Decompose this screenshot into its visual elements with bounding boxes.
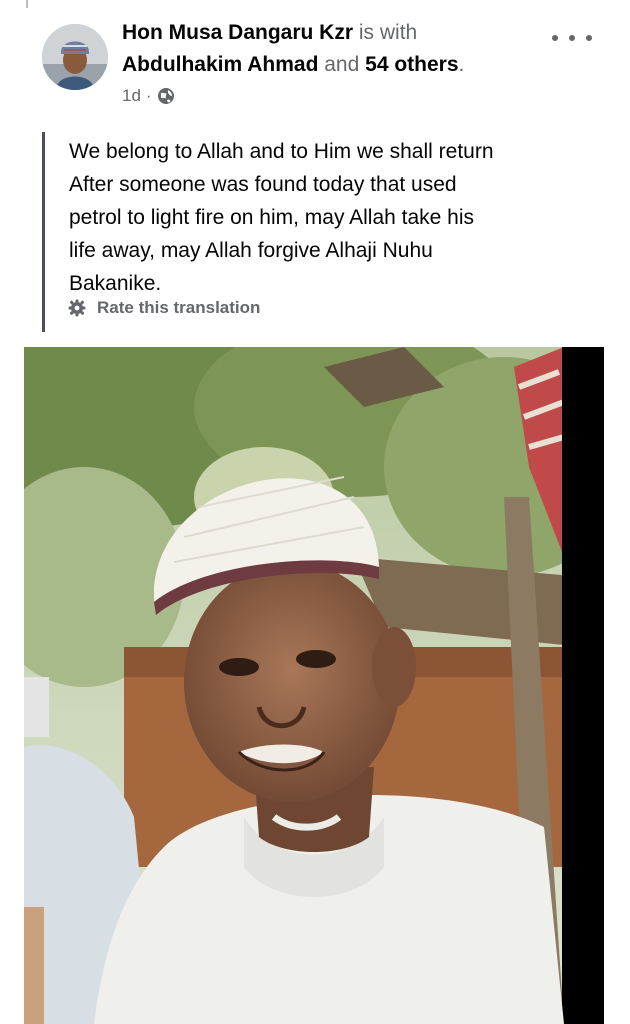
- divider: [26, 0, 28, 8]
- and-text: and: [324, 53, 360, 76]
- rate-translation-link[interactable]: Rate this translation: [67, 298, 260, 318]
- photo-image: [24, 347, 604, 1024]
- body-line: life away, may Allah forgive Alhaji Nuhu: [69, 239, 433, 262]
- post-time[interactable]: 1d: [122, 84, 141, 108]
- author-name[interactable]: Hon Musa Dangaru Kzr: [122, 21, 353, 44]
- body-line: After someone was found today that used: [69, 173, 457, 196]
- period: .: [458, 53, 465, 76]
- rate-translation-label: Rate this translation: [97, 298, 261, 317]
- post-photo[interactable]: [24, 347, 604, 1024]
- post-header: Hon Musa Dangaru Kzr is with Abdulhakim …: [0, 0, 630, 120]
- more-dot: [552, 35, 558, 41]
- gear-icon: [68, 299, 86, 317]
- body-line: Bakanike.: [69, 272, 162, 295]
- post-meta: 1d ·: [122, 84, 175, 108]
- body-line: We belong to Allah and to Him we shall r…: [69, 140, 494, 163]
- others-link[interactable]: 54 others: [365, 53, 458, 76]
- globe-icon[interactable]: [157, 87, 175, 105]
- tagged-name[interactable]: Abdulhakim Ahmad: [122, 53, 318, 76]
- more-dot: [586, 35, 592, 41]
- post-author-line: Hon Musa Dangaru Kzr is with: [122, 18, 417, 48]
- avatar-photo: [42, 24, 108, 90]
- avatar[interactable]: [42, 24, 108, 90]
- post-body: We belong to Allah and to Him we shall r…: [42, 132, 605, 332]
- tagged-line: Abdulhakim Ahmad and 54 others.: [122, 50, 464, 80]
- more-dot: [569, 35, 575, 41]
- meta-separator: ·: [145, 86, 152, 105]
- is-with-text: is with: [358, 21, 418, 44]
- more-options-icon[interactable]: [552, 24, 592, 52]
- body-line: petrol to light fire on him, may Allah t…: [69, 206, 475, 229]
